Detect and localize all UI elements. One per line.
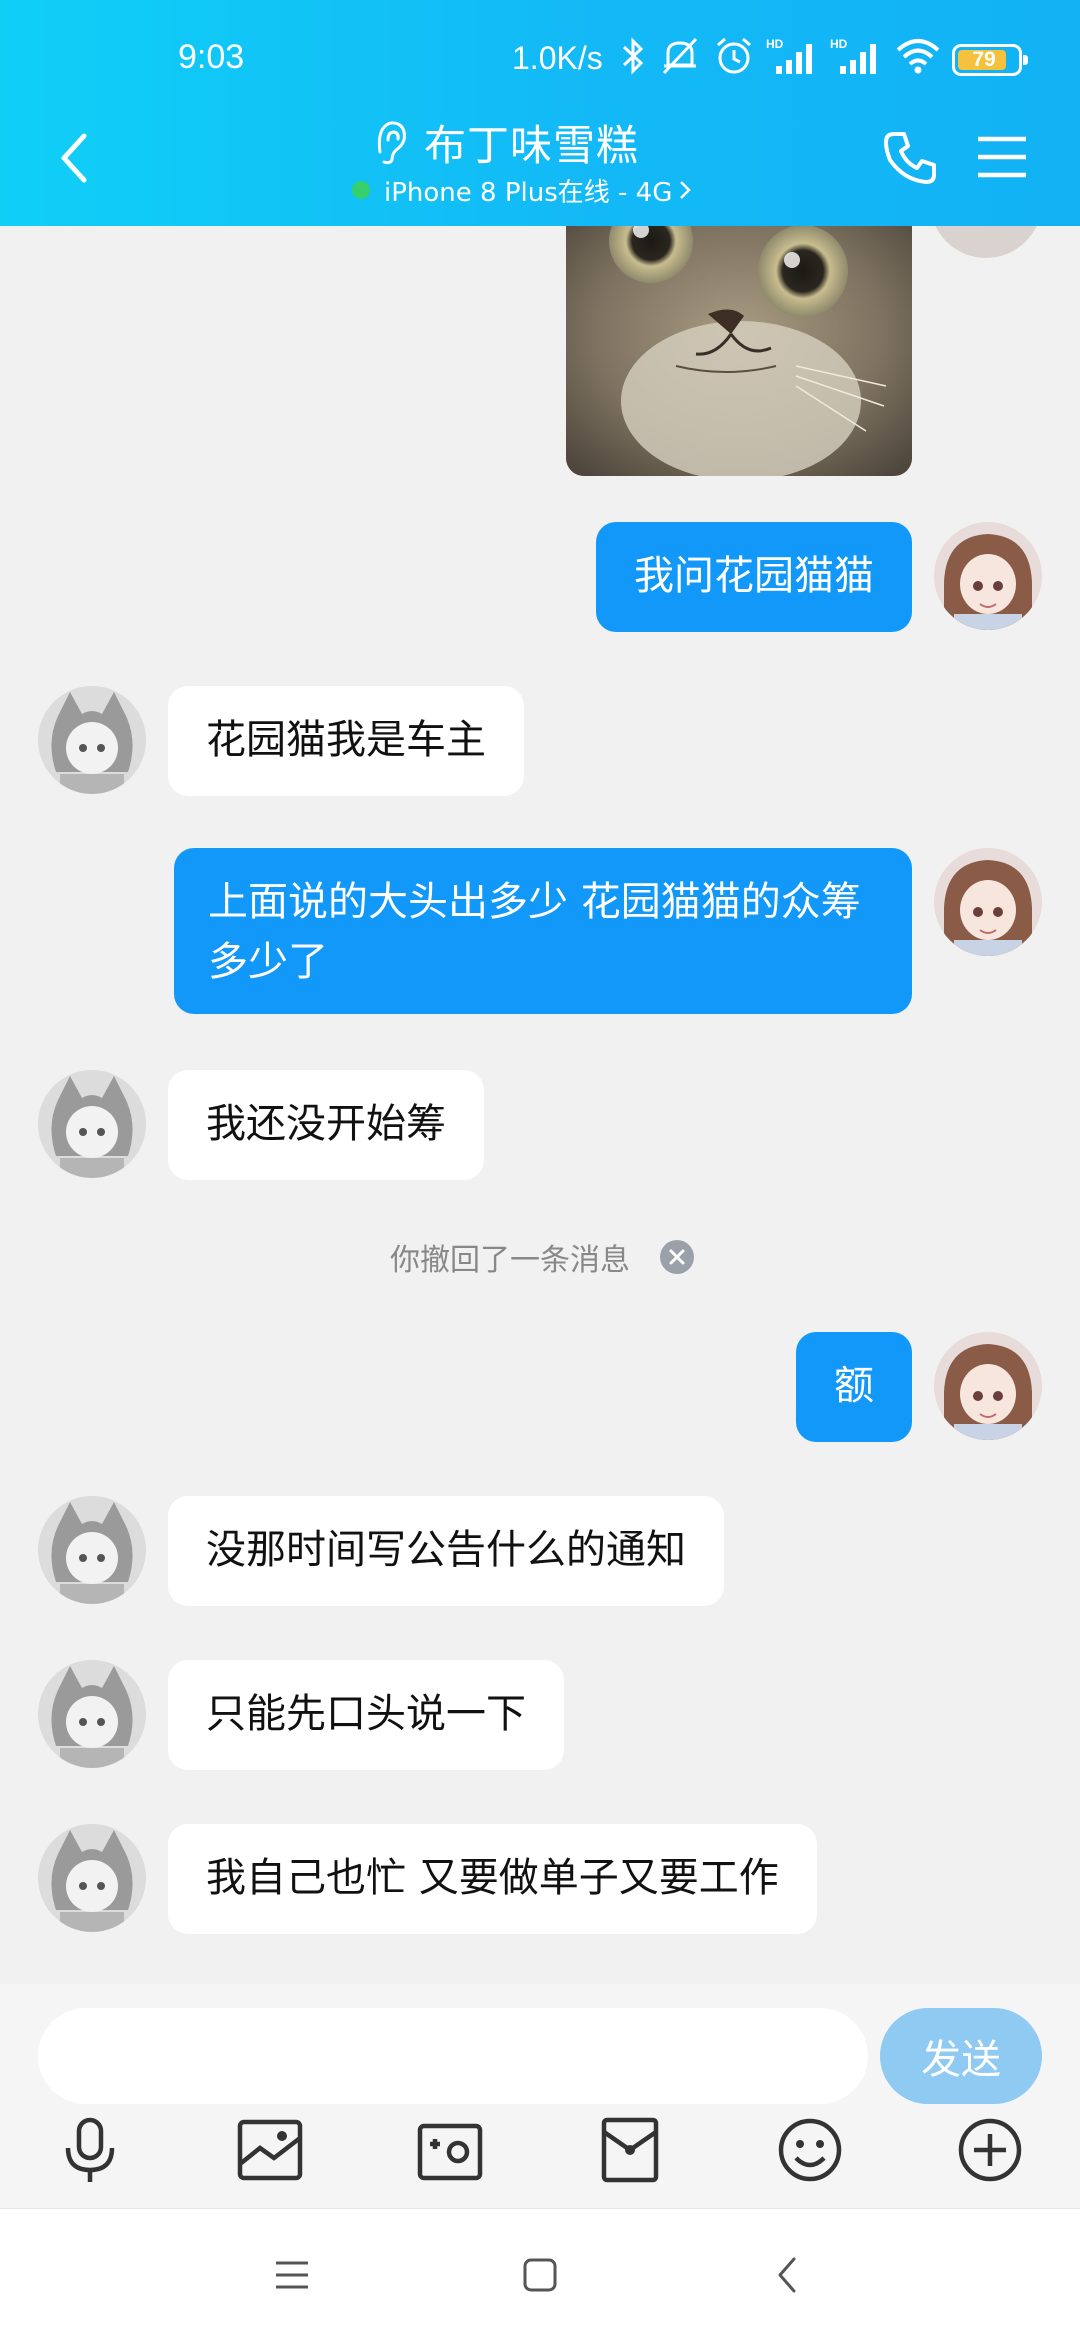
- avatar-self[interactable]: [934, 1332, 1042, 1440]
- message-list[interactable]: 我问花园猫猫 花园猫我是车主 上面说的大头出多少 花园猫猫的众筹多少了 我还没开…: [0, 226, 1080, 1984]
- message-bubble-in[interactable]: 我还没开始筹: [168, 1070, 484, 1180]
- input-toolbar: [0, 2114, 1080, 2204]
- recall-text: 你撤回了一条消息: [390, 1243, 630, 1278]
- cat-sticker-image[interactable]: [566, 226, 912, 476]
- input-bar: 发送: [0, 1984, 1080, 2208]
- ear-icon: [377, 121, 406, 165]
- device-status-text: iPhone 8 Plus在线 - 4G: [384, 177, 673, 208]
- message-bubble-in[interactable]: 没那时间写公告什么的通知: [168, 1496, 724, 1606]
- battery-level: 79: [972, 48, 996, 71]
- avatar-self[interactable]: [934, 522, 1042, 630]
- back-nav-icon[interactable]: [766, 2253, 810, 2297]
- home-icon[interactable]: [518, 2253, 562, 2297]
- status-icons: HD HD: [620, 34, 942, 78]
- avatar-contact[interactable]: [38, 686, 146, 794]
- svg-text:HD: HD: [766, 37, 784, 51]
- phone-icon[interactable]: [880, 128, 940, 188]
- image-icon[interactable]: [234, 2114, 306, 2186]
- message-bubble-out[interactable]: 我问花园猫猫: [596, 522, 912, 632]
- red-packet-icon[interactable]: [594, 2114, 666, 2186]
- online-status[interactable]: iPhone 8 Plus在线 - 4G: [352, 172, 692, 208]
- svg-text:HD: HD: [830, 37, 848, 51]
- signal-hd-icon-2: HD: [830, 37, 876, 74]
- chat-header: 9:03 1.0K/s HD HD 79 布丁味雪糕 iPhone 8 Plus…: [0, 0, 1080, 226]
- online-dot: [352, 181, 370, 199]
- wifi-icon: [896, 39, 940, 74]
- status-time: 9:03: [178, 38, 245, 76]
- message-bubble-in[interactable]: 只能先口头说一下: [168, 1660, 564, 1770]
- chevron-right-icon: [680, 181, 692, 199]
- net-speed: 1.0K/s: [512, 40, 603, 76]
- plus-icon[interactable]: [954, 2114, 1026, 2186]
- battery-icon: 79: [952, 44, 1028, 76]
- message-input[interactable]: [38, 2008, 868, 2104]
- camera-icon[interactable]: [414, 2114, 486, 2186]
- system-nav-bar: [0, 2208, 1080, 2340]
- avatar-contact[interactable]: [38, 1660, 146, 1768]
- emoji-icon[interactable]: [774, 2114, 846, 2186]
- contact-name: 布丁味雪糕: [424, 120, 640, 170]
- chat-title[interactable]: 布丁味雪糕: [370, 112, 730, 172]
- message-bubble-out[interactable]: 上面说的大头出多少 花园猫猫的众筹多少了: [174, 848, 912, 1014]
- avatar-self[interactable]: [934, 848, 1042, 956]
- recall-notice: 你撤回了一条消息: [390, 1237, 694, 1278]
- bluetooth-icon: [622, 37, 644, 75]
- alarm-icon: [717, 37, 751, 74]
- avatar-contact[interactable]: [38, 1070, 146, 1178]
- status-bar: 9:03 1.0K/s HD HD 79: [0, 0, 1080, 110]
- avatar-contact[interactable]: [38, 1824, 146, 1932]
- close-icon[interactable]: [660, 1240, 694, 1274]
- avatar-self[interactable]: [930, 226, 1042, 258]
- message-bubble-out[interactable]: 额: [796, 1332, 912, 1442]
- recents-icon[interactable]: [270, 2253, 314, 2297]
- message-bubble-in[interactable]: 我自己也忙 又要做单子又要工作: [168, 1824, 817, 1934]
- message-bubble-in[interactable]: 花园猫我是车主: [168, 686, 524, 796]
- avatar-contact[interactable]: [38, 1496, 146, 1604]
- mute-icon: [662, 37, 698, 75]
- mic-icon[interactable]: [54, 2114, 126, 2186]
- signal-hd-icon-1: HD: [766, 37, 812, 74]
- back-icon[interactable]: [52, 128, 96, 188]
- menu-icon[interactable]: [976, 133, 1028, 181]
- send-button[interactable]: 发送: [880, 2008, 1042, 2104]
